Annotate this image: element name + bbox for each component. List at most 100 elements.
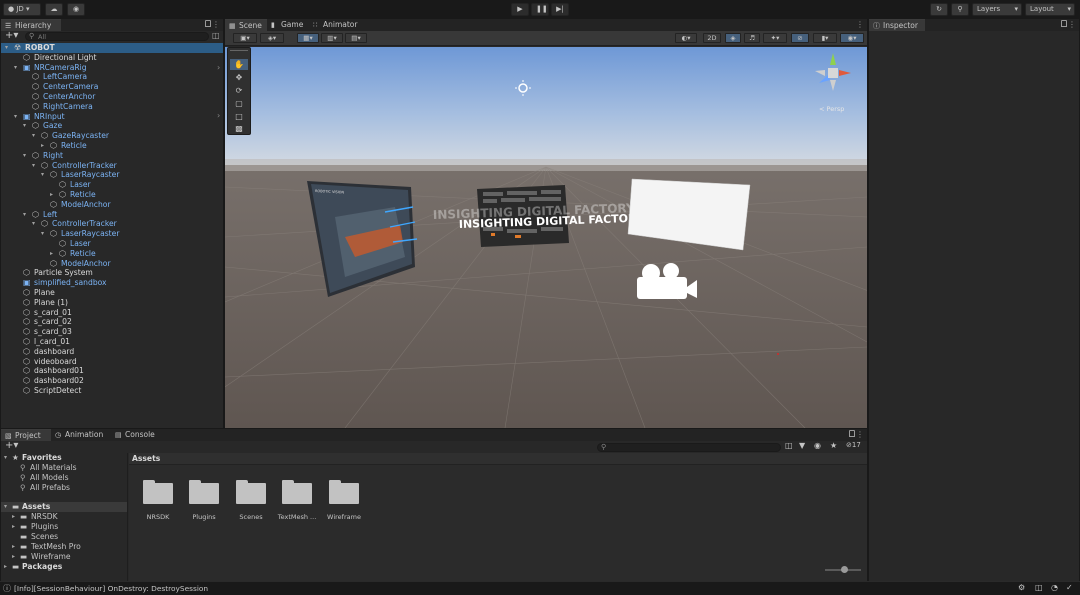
scene-viewport[interactable]: ROBOTIC VISION INSIGHTING DIGITAL FACTOR… — [225, 47, 867, 428]
favorite-item[interactable]: ⚲ All Prefabs — [1, 483, 127, 493]
hierarchy-item[interactable]: ▣ simplified_sandbox — [1, 278, 223, 288]
kebab-menu-icon[interactable]: ⋮ — [856, 19, 864, 30]
hierarchy-item[interactable]: ⬡ RightCamera — [1, 102, 223, 112]
hierarchy-item[interactable]: ▾ ⬡ GazeRaycaster — [1, 131, 223, 141]
chevron-down-icon[interactable]: ▾ — [14, 63, 17, 73]
hierarchy-item[interactable]: ⬡ dashboard02 — [1, 376, 223, 386]
hierarchy-item[interactable]: ⬡ dashboard01 — [1, 366, 223, 376]
hidden-packages-toggle[interactable]: ⊘17 — [846, 441, 861, 449]
lock-icon[interactable] — [849, 430, 855, 437]
hierarchy-item[interactable]: ▾ ⬡ Left — [1, 210, 223, 220]
breadcrumb-assets[interactable]: Assets — [132, 454, 160, 463]
packages-header[interactable]: ▸ ▬ Packages — [1, 562, 127, 572]
cloud-icon[interactable]: ☁ — [45, 3, 63, 16]
hierarchy-item[interactable]: ⬡ CenterAnchor — [1, 92, 223, 102]
star-icon[interactable]: ★ — [830, 441, 837, 450]
hierarchy-search-input[interactable]: ⚲ All — [25, 32, 209, 41]
chevron-down-icon[interactable]: ▾ — [32, 219, 35, 229]
gizmos-icon[interactable]: ◉▾ — [840, 33, 864, 43]
projection-label[interactable]: < Persp — [819, 105, 844, 113]
hierarchy-item[interactable]: ⬡ videoboard — [1, 357, 223, 367]
kebab-menu-icon[interactable]: ⋮ — [856, 429, 864, 440]
hierarchy-item[interactable]: ⬡ ModelAnchor — [1, 200, 223, 210]
hierarchy-item[interactable]: ▾ ⬡ ControllerTracker — [1, 161, 223, 171]
tab-console[interactable]: ▤ Console — [111, 429, 163, 441]
folder-icon[interactable] — [143, 480, 173, 504]
hierarchy-item[interactable]: ⬡ s_card_01 — [1, 308, 223, 318]
tab-scene[interactable]: ▦ Scene — [225, 19, 267, 31]
kebab-menu-icon[interactable]: ⋮ — [212, 19, 220, 30]
tab-game[interactable]: ▮ Game — [267, 19, 309, 31]
hierarchy-item[interactable]: ▾ ▣ NRCameraRig — [1, 63, 223, 73]
slider-thumb[interactable] — [841, 566, 849, 573]
filter-label-icon[interactable]: ▼ — [799, 441, 805, 450]
collab-icon[interactable]: ◉ — [67, 3, 85, 16]
chevron-down-icon[interactable]: ▾ — [23, 151, 26, 161]
chevron-down-icon[interactable]: ▾ — [41, 229, 44, 239]
tag-icon[interactable]: ◉ — [814, 441, 821, 450]
chevron-right-icon[interactable]: ▸ — [50, 249, 53, 259]
chevron-down-icon[interactable]: ▾ — [5, 43, 8, 53]
chevron-down-icon[interactable]: ▾ — [41, 170, 44, 180]
hierarchy-item[interactable]: ▾ ☢ ROBOT — [1, 43, 223, 53]
increment-snap-button[interactable]: ▤▾ — [345, 33, 367, 43]
chevron-right-icon[interactable]: › — [217, 63, 220, 72]
hierarchy-item[interactable]: ⬡ ScriptDetect — [1, 386, 223, 396]
icon-size-slider[interactable] — [825, 566, 861, 573]
folder-icon[interactable] — [282, 480, 312, 504]
hierarchy-item[interactable]: ⬡ l_card_01 — [1, 337, 223, 347]
rect-tool-icon[interactable]: □ — [230, 111, 248, 122]
chevron-down-icon[interactable]: ▾ — [32, 131, 35, 141]
history-button[interactable]: ↻ — [930, 3, 948, 16]
asset-folder-item[interactable]: ▸ ▬ NRSDK — [1, 512, 127, 522]
favorites-header[interactable]: ▾ ★ Favorites — [1, 453, 127, 463]
hierarchy-item[interactable]: ⬡ Laser — [1, 180, 223, 190]
tab-animation[interactable]: ◷ Animation — [51, 429, 111, 441]
toggle-2d-button[interactable]: 2D — [703, 33, 721, 43]
hierarchy-item[interactable]: ▾ ⬡ LaserRaycaster — [1, 229, 223, 239]
tab-inspector[interactable]: ⓘ Inspector — [869, 19, 925, 31]
hierarchy-item[interactable]: ▾ ⬡ LaserRaycaster — [1, 170, 223, 180]
lock-icon[interactable] — [205, 20, 211, 27]
hierarchy-item[interactable]: ▾ ⬡ Right — [1, 151, 223, 161]
asset-folder-item[interactable]: ▬ Scenes — [1, 532, 127, 542]
add-icon[interactable]: +▾ — [5, 30, 18, 41]
hierarchy-item[interactable]: ⬡ s_card_02 — [1, 317, 223, 327]
audio-icon[interactable]: ♬ — [744, 33, 760, 43]
hierarchy-item[interactable]: ▸ ⬡ Reticle — [1, 141, 223, 151]
grid-icon[interactable]: ▥▾ — [321, 33, 343, 43]
move-tool-icon[interactable]: ✥ — [230, 72, 248, 83]
gizmo-pivot-button[interactable]: ◈▾ — [260, 33, 284, 43]
asset-folder-item[interactable]: ▸ ▬ TextMesh Pro — [1, 542, 127, 552]
scale-tool-icon[interactable]: ▢ — [230, 98, 248, 109]
layout-dropdown[interactable]: Layout ▾ — [1025, 3, 1075, 16]
hierarchy-item[interactable]: ▾ ▣ NRInput — [1, 112, 223, 122]
hierarchy-item[interactable]: ⬡ Particle System — [1, 268, 223, 278]
grid-snap-button[interactable]: ▦▾ — [297, 33, 319, 43]
hierarchy-item[interactable]: ▾ ⬡ Gaze — [1, 121, 223, 131]
status-message[interactable]: [Info][SessionBehaviour] OnDestroy: Dest… — [14, 584, 208, 593]
hierarchy-item[interactable]: ⬡ Laser — [1, 239, 223, 249]
transform-tool-icon[interactable]: ▩ — [230, 123, 248, 134]
rotate-tool-icon[interactable]: ⟳ — [230, 85, 248, 96]
chevron-right-icon[interactable]: ▸ — [50, 190, 53, 200]
asset-folder-item[interactable]: ▸ ▬ Plugins — [1, 522, 127, 532]
layers-dropdown[interactable]: Layers ▾ — [972, 3, 1022, 16]
progress-icon[interactable]: ◔ — [1051, 583, 1058, 592]
lock-icon[interactable] — [1061, 20, 1067, 27]
effects-icon[interactable]: ✦▾ — [763, 33, 787, 43]
chevron-right-icon[interactable]: › — [217, 111, 220, 120]
draw-mode-button[interactable]: ◐▾ — [675, 33, 697, 43]
kebab-menu-icon[interactable]: ⋮ — [1068, 19, 1076, 30]
project-search-input[interactable]: ⚲ — [597, 443, 781, 452]
shading-mode-button[interactable]: ▣▾ — [233, 33, 257, 43]
chevron-down-icon[interactable]: ▾ — [32, 161, 35, 171]
tab-animator[interactable]: ∷ Animator — [309, 19, 365, 31]
favorite-item[interactable]: ⚲ All Models — [1, 473, 127, 483]
hierarchy-item[interactable]: ▸ ⬡ Reticle — [1, 249, 223, 259]
hierarchy-item[interactable]: ⬡ Plane — [1, 288, 223, 298]
hierarchy-item[interactable]: ⬡ Plane (1) — [1, 298, 223, 308]
hierarchy-item[interactable]: ⬡ Directional Light — [1, 53, 223, 63]
chevron-right-icon[interactable]: ▸ — [41, 141, 44, 151]
search-button[interactable]: ⚲ — [951, 3, 969, 16]
